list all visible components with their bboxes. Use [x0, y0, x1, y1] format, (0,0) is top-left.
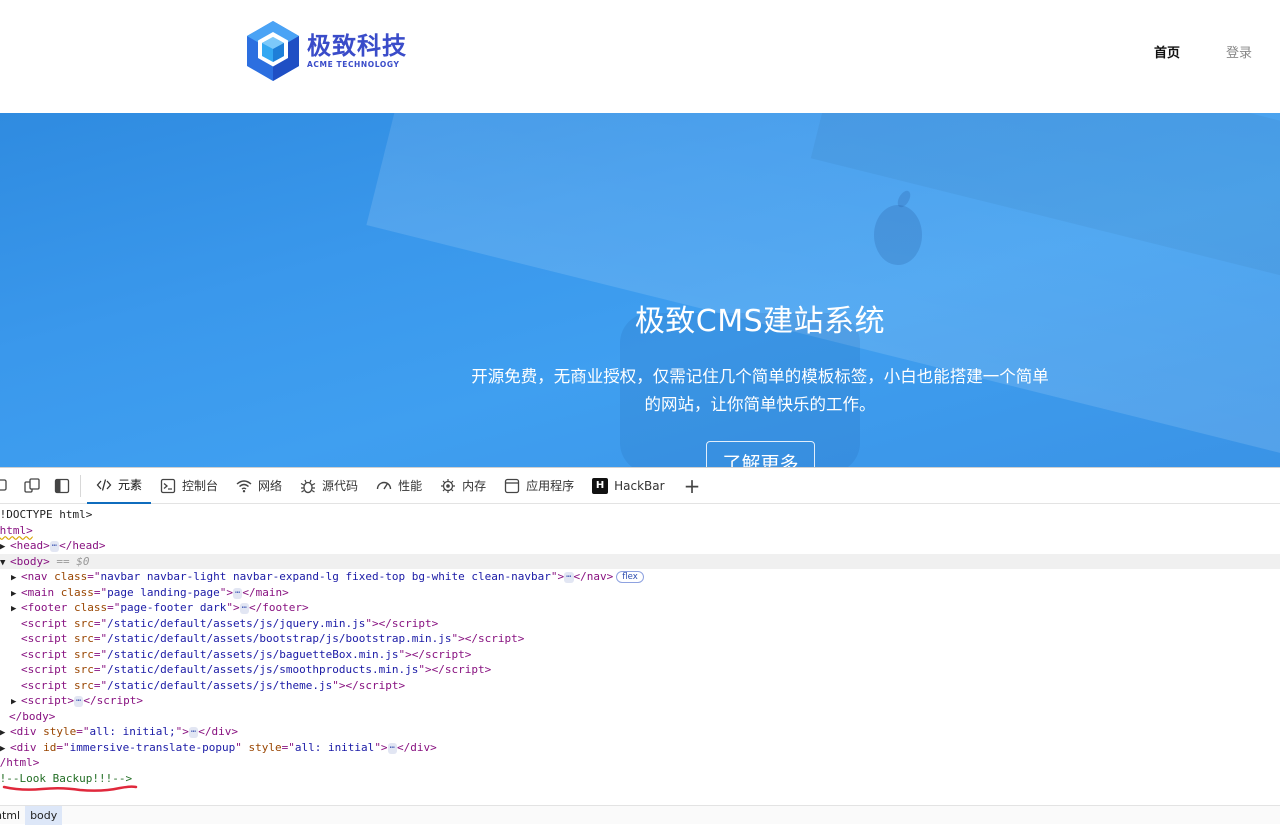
- site-nav: 首页 登录: [1154, 42, 1252, 61]
- attr-value: navbar navbar-light navbar-expand-lg fix…: [100, 570, 551, 583]
- dom-node[interactable]: ▶ <main class="page landing-page"> ⋯ </main…: [0, 585, 1280, 601]
- breadcrumb-html[interactable]: html: [0, 806, 25, 825]
- flex-badge[interactable]: flex: [616, 571, 644, 583]
- tab-label: 元素: [118, 478, 143, 492]
- tab-label: HackBar: [614, 478, 665, 493]
- tab-memory[interactable]: 内存: [431, 468, 495, 504]
- tab-label: 性能: [398, 479, 423, 493]
- dom-node[interactable]: <!DOCTYPE html>: [0, 507, 1280, 523]
- learn-more-button[interactable]: 了解更多: [706, 441, 815, 467]
- ellipsis-icon[interactable]: ⋯: [188, 727, 199, 738]
- tag-name: body: [22, 709, 49, 723]
- dom-node[interactable]: <script src="/static/default/assets/js/s…: [0, 662, 1280, 678]
- ellipsis-icon[interactable]: ⋯: [73, 696, 84, 707]
- inspect-icon[interactable]: [0, 478, 10, 494]
- ellipsis-icon[interactable]: ⋯: [232, 587, 243, 599]
- attr-value[interactable]: /static/default/assets/js/theme.js: [107, 679, 332, 692]
- dom-node[interactable]: </body>: [0, 709, 1280, 725]
- hero-subtitle-line: 的网站，让你简单快乐的工作。: [644, 395, 876, 414]
- tab-performance[interactable]: 性能: [367, 468, 431, 504]
- attr-value[interactable]: /static/default/assets/bootstrap/js/boot…: [107, 632, 451, 645]
- tab-label: 源代码: [322, 479, 359, 493]
- dom-tree: <!DOCTYPE html> <html> ▶<head>⋯</head> ▼…: [0, 504, 1280, 786]
- attr-value[interactable]: /static/default/assets/js/smoothproducts…: [107, 663, 418, 676]
- ellipsis-icon[interactable]: ⋯: [387, 742, 397, 754]
- hero-subtitle: 开源免费，无商业授权，仅需记住几个简单的模板标签，小白也能搭建一个简单 的网站，…: [448, 363, 1072, 419]
- add-tool-icon[interactable]: +: [674, 468, 711, 504]
- tab-label: 网络: [258, 479, 283, 493]
- gauge-icon: [376, 481, 392, 489]
- site-navbar: 极致科技 ACME TECHNOLOGY 首页 登录: [0, 0, 1280, 113]
- dom-node-selected[interactable]: ▼ <body> == $0: [0, 553, 1280, 569]
- tab-label: 控制台: [182, 479, 219, 493]
- window-icon: [504, 478, 520, 493]
- dom-node[interactable]: ▶ <script> ⋯ </script>: [0, 693, 1280, 709]
- dom-node[interactable]: <script src="/static/default/assets/js/j…: [0, 616, 1280, 632]
- attr-value: page-footer dark: [120, 601, 227, 614]
- red-annotation-underline: [2, 785, 138, 792]
- dom-node[interactable]: </html>: [0, 755, 1280, 771]
- dom-node[interactable]: ▶ <head> ⋯ </head>: [0, 538, 1280, 554]
- tab-label: 内存: [462, 479, 487, 493]
- tab-hackbar[interactable]: H HackBar: [583, 468, 673, 504]
- dom-node[interactable]: <script src="/static/default/assets/js/b…: [0, 647, 1280, 663]
- tab-console[interactable]: 控制台: [151, 468, 227, 504]
- dom-node[interactable]: <!--Look Backup!!!-->: [0, 771, 1280, 787]
- hero-banner: 极致CMS建站系统 开源免费，无商业授权，仅需记住几个简单的模板标签，小白也能搭…: [0, 113, 1280, 467]
- logo-title: 极致科技: [307, 32, 407, 60]
- logo-cube-icon: [247, 21, 299, 81]
- ellipsis-icon[interactable]: ⋯: [564, 572, 574, 583]
- attr-value: all: initial;: [89, 725, 176, 738]
- code-icon: [96, 478, 112, 491]
- devtools-toolbar: 元素 控制台 网络 源代码 性能 内存 应用程序 H HackBar +: [0, 468, 1280, 504]
- toolbar-divider: [80, 474, 81, 497]
- bug-icon: [300, 479, 316, 493]
- dom-node[interactable]: ▶ <nav class="navbar navbar-light navbar-…: [0, 569, 1280, 585]
- dom-node[interactable]: <script src="/static/default/assets/boot…: [0, 631, 1280, 647]
- attr-value: immersive-translate-popup: [69, 740, 236, 754]
- attr-value: all: initial: [294, 740, 375, 754]
- hackbar-icon: H: [592, 477, 609, 494]
- devtools-panel: 元素 控制台 网络 源代码 性能 内存 应用程序 H HackBar + <!D…: [0, 467, 1280, 825]
- ellipsis-icon[interactable]: ⋯: [239, 603, 249, 614]
- dom-node[interactable]: <script src="/static/default/assets/js/t…: [0, 678, 1280, 694]
- device-toggle-icon[interactable]: [24, 477, 40, 494]
- logo-subtitle: ACME TECHNOLOGY: [307, 60, 400, 69]
- dom-node[interactable]: ▶ <footer class="page-footer dark"> ⋯ </foo…: [0, 600, 1280, 616]
- attr-value[interactable]: /static/default/assets/js/jquery.min.js: [107, 617, 365, 630]
- tab-network[interactable]: 网络: [227, 468, 291, 504]
- tab-label: 应用程序: [526, 479, 575, 493]
- dom-node[interactable]: <html>: [0, 523, 1280, 539]
- dom-node[interactable]: ▶ <div id="immersive-translate-popup" sty…: [0, 740, 1280, 756]
- site-logo[interactable]: 极致科技 ACME TECHNOLOGY: [246, 20, 407, 82]
- tab-application[interactable]: 应用程序: [495, 468, 583, 504]
- breadcrumb: html body: [0, 805, 1280, 825]
- tab-elements[interactable]: 元素: [87, 468, 152, 504]
- apple-logo-icon: [874, 190, 922, 265]
- attr-value[interactable]: /static/default/assets/js/baguetteBox.mi…: [107, 648, 398, 661]
- console-icon: [160, 478, 176, 493]
- tag-name: body: [16, 554, 44, 568]
- tag-name: head: [16, 539, 44, 552]
- cpu-icon: [441, 478, 456, 493]
- hero-title: 极致CMS建站系统: [634, 304, 886, 339]
- attr-value: page landing-page: [107, 585, 220, 599]
- dock-side-icon[interactable]: [54, 478, 70, 494]
- html-open-tag: <html>: [0, 523, 33, 537]
- wifi-icon: [236, 479, 252, 492]
- breadcrumb-body[interactable]: body: [25, 805, 63, 825]
- doctype-text: <!DOCTYPE html>: [0, 508, 93, 521]
- html-close-tag: </html>: [0, 756, 40, 769]
- tag-name: head: [72, 539, 99, 552]
- nav-login-link[interactable]: 登录: [1226, 42, 1252, 61]
- ellipsis-icon[interactable]: ⋯: [49, 541, 60, 552]
- dom-node[interactable]: ▶ <div style="all: initial;"> ⋯ </div>: [0, 724, 1280, 740]
- tab-sources[interactable]: 源代码: [291, 468, 367, 504]
- console-ref: == $0: [56, 554, 90, 568]
- nav-home-link[interactable]: 首页: [1154, 42, 1180, 61]
- hero-subtitle-line: 开源免费，无商业授权，仅需记住几个简单的模板标签，小白也能搭建一个简单: [471, 367, 1049, 386]
